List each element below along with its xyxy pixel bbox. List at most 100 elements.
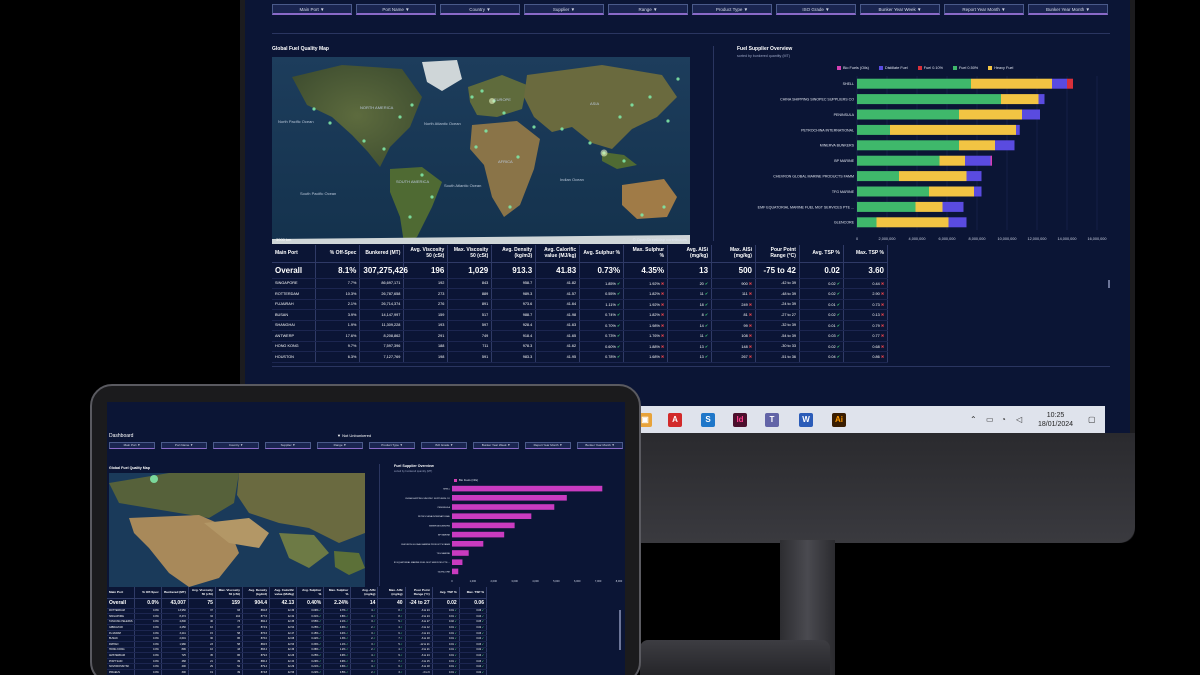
legend-item[interactable]: Fuel 0.10% [917,66,943,70]
teams-icon[interactable]: T [765,413,779,427]
chart-bar-segment[interactable] [965,155,991,166]
chart-bar[interactable] [452,485,603,492]
chart-bar[interactable] [452,522,515,529]
chart-bar[interactable] [452,495,567,501]
column-header[interactable]: Avg. Density (kg/m3) [242,587,271,599]
network-icon[interactable]: ◔ [1001,415,1006,424]
tablet-filter-button[interactable]: Report Year Month ▼ [525,442,571,449]
tablet-fuel-quality-map[interactable] [109,473,365,587]
column-header[interactable]: Max. AlSi (mg/kg) [377,587,406,599]
table-row[interactable]: HONG KONG 9.7% 7,597,396 188 711 978.3 41.62 0.… [272,341,889,352]
chart-bar-segment[interactable] [959,140,995,151]
tablet-filter-button[interactable]: Range ▼ [317,442,363,449]
filter-report-year-month[interactable]: Report Year Month ▼ [944,4,1024,15]
column-header[interactable]: Pour Point Range (°C) [755,245,800,263]
tablet-scrollbar[interactable] [619,610,621,650]
column-header[interactable]: Avg. AlSi (mg/kg) [667,245,713,263]
chart-bar-segment[interactable] [857,124,890,135]
chart-bar[interactable] [452,541,484,547]
column-header[interactable]: % Off-Spec [134,587,162,599]
filter-main-port[interactable]: Main Port ▼ [272,4,352,15]
chart-bar[interactable] [452,531,505,538]
chart-bar-segment[interactable] [857,155,940,166]
chart-bar-segment[interactable] [942,201,964,212]
clock[interactable]: 10:25 18/01/2024 [1038,411,1073,429]
filter-port-name[interactable]: Port Name ▼ [356,4,436,15]
chart-bar-segment[interactable] [890,124,1016,135]
table-row[interactable]: SINGAPORE 7.7% 86,697,171 192 843 958.7 41.82 1… [272,278,889,289]
scrollbar[interactable] [1108,280,1110,288]
chart-bar[interactable] [452,568,459,575]
volume-icon[interactable]: ◁ [1016,415,1022,424]
column-header[interactable]: Main Port [107,587,135,599]
column-header[interactable]: Max. Viscosity 50 (cSt) [447,245,493,263]
chart-bar-segment[interactable] [1052,78,1067,89]
battery-icon[interactable]: ▭ [986,415,994,424]
chart-bar-segment[interactable] [857,201,916,212]
chart-bar-segment[interactable] [971,78,1052,89]
notification-icon[interactable]: ▢ [1088,415,1096,424]
tablet-filter-button[interactable]: Country ▼ [213,442,259,449]
column-header[interactable]: Max. AlSi (mg/kg) [711,245,756,263]
column-header[interactable]: Avg. Sulphur % [296,587,325,599]
column-header[interactable]: Max. Sulphur % [323,587,352,599]
indesign-icon[interactable]: Id [733,413,747,427]
column-header[interactable]: Avg. TSP % [799,245,844,263]
chart-bar-segment[interactable] [1022,109,1040,120]
column-header[interactable]: Max. Sulphur % [623,245,669,263]
chart-bar-segment[interactable] [990,155,993,166]
chart-bar[interactable] [452,550,469,556]
table-row[interactable]: ROTTERDAM 10.3% 26,787,658 273 889 989.3 41.57… [272,288,889,300]
legend-item[interactable]: Fuel 0.50% [952,66,978,70]
tablet-filter-button[interactable]: Product Type ▼ [369,442,415,449]
column-header[interactable]: Avg. Viscosity 50 (cSt) [188,587,216,599]
filter-range[interactable]: Range ▼ [608,4,688,15]
word-icon[interactable]: W [799,413,813,427]
acrobat-icon[interactable]: A [668,413,682,427]
tablet-filter-button[interactable]: Supplier ▼ [265,442,311,449]
tablet-center-label[interactable]: ▼ Not Unbunkered [337,433,371,438]
table-row[interactable]: HOUSTON 6.3% 7,127,769 198 591 983.3 41.95 0.78… [272,351,889,363]
chart-bar-segment[interactable] [857,78,971,89]
tablet-filter-button[interactable]: Bunker Year Week ▼ [473,442,519,449]
tablet-filter-button[interactable]: Main Port ▼ [109,442,155,449]
chevron-up-icon[interactable]: ⌃ [970,415,977,424]
chart-bar-segment[interactable] [939,155,966,166]
chart-bar-segment[interactable] [995,140,1015,151]
column-header[interactable]: Max. Viscosity 50 (cSt) [215,587,243,599]
chart-bar[interactable] [452,513,532,519]
column-header[interactable]: % Off-Spec [315,245,361,263]
column-header[interactable]: Pour Point Range (°C) [405,587,433,599]
column-header[interactable]: Main Port [272,245,317,263]
tablet-filter-button[interactable]: ISO Grade ▼ [421,442,467,449]
chart-bar-segment[interactable] [1067,78,1073,89]
column-header[interactable]: Bunkered (MT) [161,587,189,599]
column-header[interactable]: Avg. Sulphur % [579,245,625,263]
filter-country[interactable]: Country ▼ [440,4,520,15]
column-header[interactable]: Max. TSP % [459,587,488,599]
chart-bar-segment[interactable] [857,186,929,197]
filter-supplier[interactable]: Supplier ▼ [524,4,604,15]
chart-bar-segment[interactable] [857,217,877,228]
table-row[interactable]: PIRAEUS 0.0% 300 19 39 874.8 42.56 0.22% ✔ 0.5% … [107,669,488,675]
chart-bar[interactable] [452,504,555,510]
column-header[interactable]: Avg. Viscosity 50 (cSt) [403,245,449,263]
chart-bar[interactable] [452,559,463,565]
legend-item[interactable]: Distillate Fuel [878,66,908,70]
chart-bar-segment[interactable] [899,171,967,182]
legend-item[interactable]: Heavy Fuel [988,66,1013,70]
column-header[interactable]: Avg. Calorific value (MJ/kg) [535,245,581,263]
column-header[interactable]: Max. TSP % [843,245,889,263]
chart-bar-segment[interactable] [929,186,974,197]
chart-bar-segment[interactable] [857,171,899,182]
filter-bunker-year-week[interactable]: Bunker Year Week ▼ [860,4,940,15]
tablet-filter-button[interactable]: Port Name ▼ [161,442,207,449]
app-s-icon[interactable]: S [701,413,715,427]
chart-bar-segment[interactable] [1001,94,1039,105]
overall-row[interactable]: Overall 8.1% 307,275,426 196 1,029 913.3 41.83… [272,262,889,279]
chart-bar-segment[interactable] [948,217,967,228]
chart-bar-segment[interactable] [915,201,943,212]
table-row[interactable]: ANTWERP 17.6% 8,208,862 291 749 918.4 41.65 0.7… [272,330,889,342]
overall-row[interactable]: Overall 0.0% 43,007 75 159 904.4 42.13 0.40% 2.2… [107,598,488,609]
fuel-quality-map[interactable]: North Pacific Ocean NORTH AMERICA North … [272,57,690,244]
